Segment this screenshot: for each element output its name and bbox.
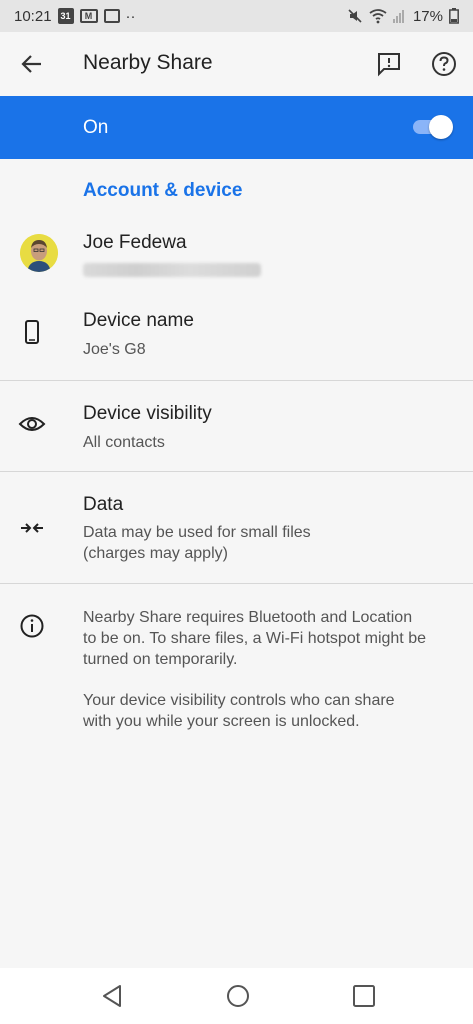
compress-arrows-icon <box>21 523 43 533</box>
device-name-row[interactable]: Device name Joe's G8 <box>0 296 473 380</box>
avatar <box>20 234 58 272</box>
info-paragraph-1: Nearby Share requires Bluetooth and Loca… <box>83 607 463 670</box>
status-bar: 10:21 31 M ·· 17% <box>0 0 473 32</box>
data-row[interactable]: Data Data may be used for small files (c… <box>0 472 473 583</box>
status-time: 10:21 <box>14 7 52 25</box>
image-icon <box>103 9 120 23</box>
eye-icon <box>18 417 46 431</box>
help-icon[interactable] <box>430 50 458 78</box>
account-row[interactable]: Joe Fedewa <box>0 220 473 286</box>
calendar-icon: 31 <box>57 8 74 24</box>
info-line: Nearby Share requires Bluetooth and Loca… <box>83 609 413 626</box>
account-email-redacted <box>83 263 261 277</box>
mail-icon: M <box>79 9 98 23</box>
info-line: Your device visibility controls who can … <box>83 692 395 709</box>
battery-icon <box>449 8 459 24</box>
info-icon <box>20 614 44 638</box>
phone-icon <box>25 320 39 344</box>
status-right: 17% <box>347 8 459 25</box>
page-title: Nearby Share <box>83 51 213 74</box>
info-line: with you while your screen is unlocked. <box>83 713 360 730</box>
master-switch-bar[interactable]: On <box>0 96 473 159</box>
nav-recents-icon[interactable] <box>350 982 378 1010</box>
mute-icon <box>348 9 362 23</box>
battery-percent: 17% <box>412 7 443 25</box>
feedback-icon[interactable] <box>375 50 403 78</box>
signal-icon <box>392 10 404 23</box>
section-title: Account & device <box>83 180 243 201</box>
device-visibility-title: Device visibility <box>83 403 212 424</box>
divider <box>0 583 473 584</box>
toggle-thumb <box>429 115 453 139</box>
data-title: Data <box>83 494 124 515</box>
app-bar: Nearby Share <box>0 32 473 96</box>
account-name: Joe Fedewa <box>83 232 187 253</box>
master-toggle[interactable] <box>413 114 453 140</box>
data-line-1: Data may be used for small files <box>83 524 311 541</box>
nav-home-icon[interactable] <box>224 982 252 1010</box>
info-paragraph-2: Your device visibility controls who can … <box>83 690 463 732</box>
info-line: to be on. To share files, a Wi-Fi hotspo… <box>83 630 426 647</box>
arrow-back-icon[interactable] <box>18 50 46 78</box>
data-line-2: (charges may apply) <box>83 545 228 562</box>
device-visibility-value: All contacts <box>83 434 165 451</box>
device-name-value: Joe's G8 <box>83 341 146 358</box>
info-line: turned on temporarily. <box>83 651 238 668</box>
device-visibility-row[interactable]: Device visibility All contacts <box>0 381 473 471</box>
more-notifications: ·· <box>125 7 136 25</box>
master-switch-label: On <box>83 117 109 138</box>
avatar-portrait-icon <box>20 234 58 272</box>
nav-back-icon[interactable] <box>99 982 127 1010</box>
device-name-title: Device name <box>83 310 194 331</box>
system-nav-bar <box>0 968 473 1024</box>
wifi-icon <box>369 9 387 24</box>
status-left: 10:21 31 M ·· <box>14 8 136 25</box>
